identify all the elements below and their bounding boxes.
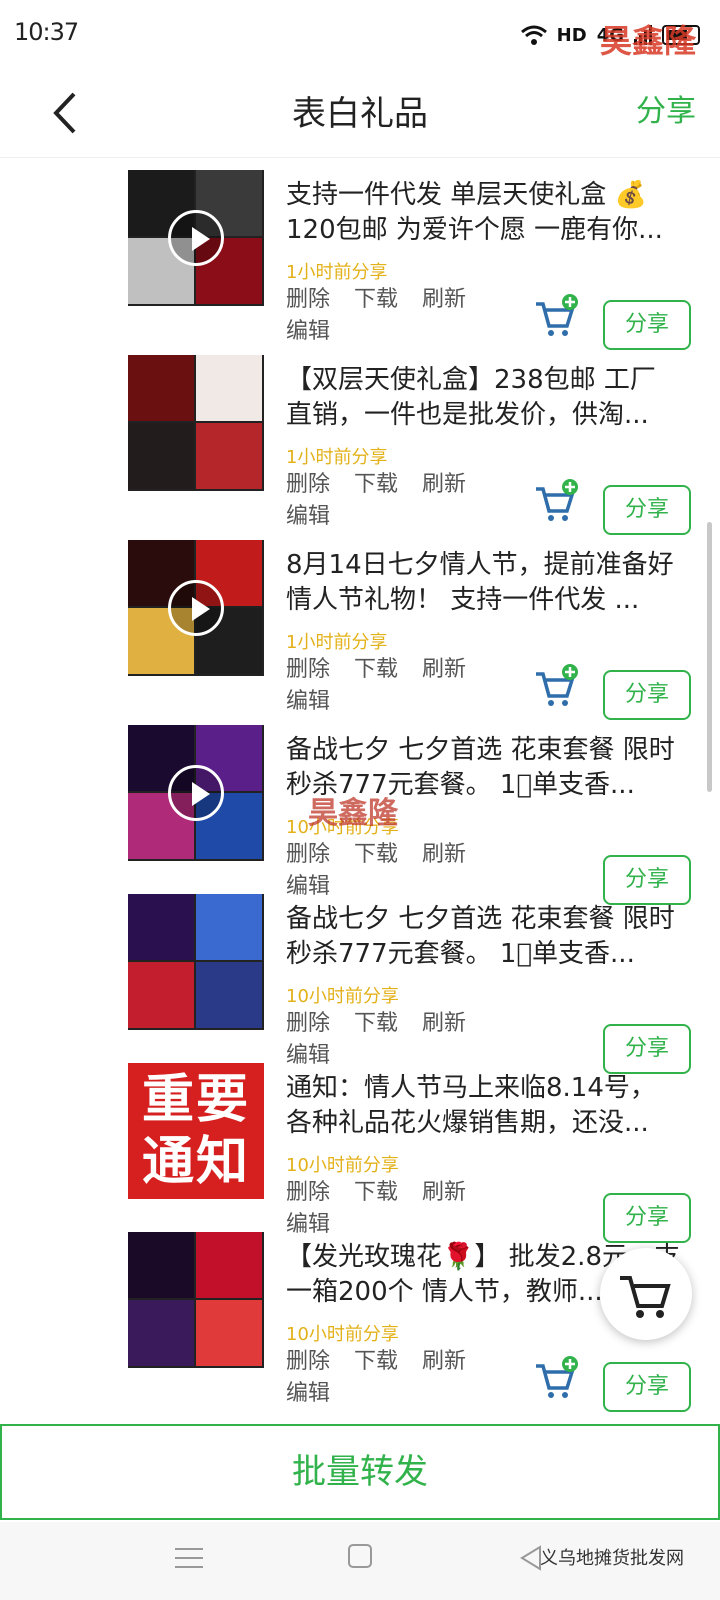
delete-action[interactable]: 删除 [286, 1008, 330, 1040]
scroll-indicator[interactable] [707, 522, 712, 792]
batch-forward-button[interactable]: 批量转发 [0, 1424, 720, 1520]
refresh-action[interactable]: 刷新 [422, 1008, 466, 1040]
item-description[interactable]: 【双层天使礼盒】238包邮 工厂直销，一件也是批发价，供淘... [286, 363, 681, 433]
image-thumbnail[interactable] [128, 355, 264, 491]
thumbnail-tile [196, 962, 262, 1028]
edit-action[interactable]: 编辑 [286, 871, 330, 903]
download-action[interactable]: 下载 [354, 839, 398, 871]
refresh-action[interactable]: 刷新 [422, 469, 466, 501]
item-share-button[interactable]: 分享 [603, 1024, 691, 1074]
add-to-cart-icon[interactable] [533, 664, 579, 710]
thumbnail-tile [128, 423, 194, 489]
thumbnail-tile [128, 1300, 194, 1366]
edit-action[interactable]: 编辑 [286, 1209, 330, 1241]
edit-action[interactable]: 编辑 [286, 1040, 330, 1072]
delete-action[interactable]: 删除 [286, 839, 330, 871]
item-timestamp: 10小时前分享 [286, 1155, 399, 1176]
item-actions: 删除 下载 刷新编辑 [286, 1346, 546, 1410]
video-thumbnail[interactable] [128, 725, 264, 861]
item-timestamp: 10小时前分享 [286, 986, 399, 1007]
item-share-button[interactable]: 分享 [603, 485, 691, 535]
delete-action[interactable]: 删除 [286, 1177, 330, 1209]
wifi-icon [520, 25, 547, 45]
item-share-button[interactable]: 分享 [603, 1193, 691, 1243]
delete-action[interactable]: 删除 [286, 654, 330, 686]
video-thumbnail[interactable] [128, 170, 264, 306]
delete-action[interactable]: 删除 [286, 1346, 330, 1378]
play-icon[interactable] [168, 580, 224, 636]
download-action[interactable]: 下载 [354, 284, 398, 316]
play-icon[interactable] [168, 765, 224, 821]
add-to-cart-icon[interactable] [533, 294, 579, 340]
edit-action[interactable]: 编辑 [286, 501, 330, 533]
item-actions: 删除 下载 刷新编辑 [286, 1008, 546, 1072]
add-to-cart-icon[interactable] [533, 479, 579, 525]
delete-action[interactable]: 删除 [286, 284, 330, 316]
download-action[interactable]: 下载 [354, 469, 398, 501]
cart-icon [620, 1276, 671, 1318]
item-timestamp: 1小时前分享 [286, 447, 388, 468]
system-nav-bar: 义乌地摊货批发网 [0, 1522, 720, 1600]
item-description[interactable]: 通知：情人节马上来临8.14号，各种礼品花火爆销售期，还没... [286, 1071, 681, 1141]
item-actions: 删除 下载 刷新编辑 [286, 469, 546, 533]
status-bar: 10:37 HD 4G 昊鑫隆 [0, 0, 720, 68]
refresh-action[interactable]: 刷新 [422, 1346, 466, 1378]
page-title: 表白礼品 [292, 94, 428, 134]
item-description[interactable]: 备战七夕 七夕首选 花束套餐 限时秒杀777元套餐。 1⃣单支香... [286, 902, 681, 972]
edit-action[interactable]: 编辑 [286, 686, 330, 718]
play-icon[interactable] [168, 210, 224, 266]
nav-bar: 表白礼品 分享 [0, 68, 720, 158]
floating-cart-button[interactable] [600, 1248, 692, 1340]
menu-icon[interactable] [175, 1546, 203, 1570]
edit-action[interactable]: 编辑 [286, 1378, 330, 1410]
item-share-button[interactable]: 分享 [603, 1362, 691, 1412]
thumbnail-tile [128, 894, 194, 960]
image-thumbnail[interactable] [128, 1232, 264, 1368]
delete-action[interactable]: 删除 [286, 469, 330, 501]
edit-action[interactable]: 编辑 [286, 316, 330, 348]
thumbnail-tile [128, 1232, 194, 1298]
thumbnail-tile [196, 355, 262, 421]
thumbnail-tile [196, 894, 262, 960]
item-share-button[interactable]: 分享 [603, 855, 691, 905]
refresh-action[interactable]: 刷新 [422, 839, 466, 871]
thumbnail-tile [196, 1300, 262, 1366]
status-time: 10:37 [14, 18, 79, 46]
notice-thumbnail[interactable]: 重要通知 [128, 1063, 264, 1199]
thumbnail-tile [128, 355, 194, 421]
notice-thumbnail-text: 重要通知 [141, 1070, 250, 1192]
refresh-action[interactable]: 刷新 [422, 1177, 466, 1209]
item-share-button[interactable]: 分享 [603, 670, 691, 720]
download-action[interactable]: 下载 [354, 1008, 398, 1040]
item-actions: 删除 下载 刷新编辑 [286, 1177, 546, 1241]
item-description[interactable]: 支持一件代发 单层天使礼盒 💰120包邮 为爱许个愿 一鹿有你... [286, 178, 681, 248]
refresh-action[interactable]: 刷新 [422, 654, 466, 686]
watermark-top: 昊鑫隆 [599, 22, 696, 60]
watermark-mid: 昊鑫隆 [308, 796, 398, 831]
thumbnail-tile [196, 1232, 262, 1298]
item-actions: 删除 下载 刷新编辑 [286, 284, 546, 348]
header-share-button[interactable]: 分享 [636, 86, 696, 130]
item-description[interactable]: 8月14日七夕情人节，提前准备好情人节礼物！ 支持一件代发 ... [286, 548, 681, 618]
home-icon[interactable] [348, 1544, 372, 1568]
image-thumbnail[interactable] [128, 894, 264, 1030]
item-actions: 删除 下载 刷新编辑 [286, 839, 546, 903]
footer-watermark: 义乌地摊货批发网 [540, 1548, 684, 1569]
item-timestamp: 1小时前分享 [286, 262, 388, 283]
item-actions: 删除 下载 刷新编辑 [286, 654, 546, 718]
thumbnail-tile [128, 962, 194, 1028]
item-timestamp: 1小时前分享 [286, 632, 388, 653]
item-timestamp: 10小时前分享 [286, 1324, 399, 1345]
download-action[interactable]: 下载 [354, 654, 398, 686]
add-to-cart-icon[interactable] [533, 1356, 579, 1402]
refresh-action[interactable]: 刷新 [422, 284, 466, 316]
thumbnail-tile [196, 423, 262, 489]
network-label: HD [556, 24, 587, 46]
item-share-button[interactable]: 分享 [603, 300, 691, 350]
video-thumbnail[interactable] [128, 540, 264, 676]
download-action[interactable]: 下载 [354, 1346, 398, 1378]
download-action[interactable]: 下载 [354, 1177, 398, 1209]
